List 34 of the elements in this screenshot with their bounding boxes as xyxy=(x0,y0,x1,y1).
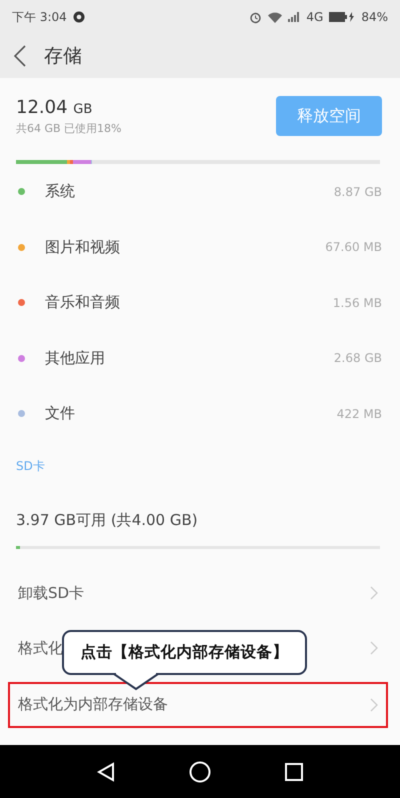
category-name[interactable]: 其他应用 xyxy=(45,348,334,368)
menu-item[interactable]: 格式化 xyxy=(18,638,63,658)
callout-text: 点击【格式化内部存储设备】 xyxy=(80,642,288,663)
home-nav-icon[interactable] xyxy=(189,760,211,782)
category-size: 422 MB xyxy=(336,406,382,421)
category-name[interactable]: 系统 xyxy=(45,182,334,202)
recents-nav-icon[interactable] xyxy=(285,762,303,780)
category-size: 1.56 MB xyxy=(332,296,382,310)
battery-level: 84% xyxy=(361,10,388,24)
battery-charging-icon xyxy=(329,12,356,22)
category-size: 67.60 MB xyxy=(325,240,382,254)
menu-item[interactable]: 卸载SD卡 xyxy=(18,584,84,602)
storage-summary: 共64 GB 已使用18% xyxy=(16,120,123,136)
back-icon[interactable] xyxy=(14,45,26,67)
status-time: 下午 3:04 xyxy=(12,8,67,26)
back-nav-icon[interactable] xyxy=(97,762,115,782)
alarm-icon xyxy=(249,10,262,24)
section-heading: SD卡 xyxy=(16,458,46,474)
category-size: 2.68 GB xyxy=(334,351,382,366)
category-name[interactable]: 图片和视频 xyxy=(45,238,326,257)
used-storage: 12.04 GB xyxy=(16,96,94,118)
wifi-icon xyxy=(268,12,282,22)
signal-icon xyxy=(288,12,300,22)
category-name[interactable]: 文件 xyxy=(45,404,337,424)
network-type: 4G xyxy=(306,10,324,24)
record-icon xyxy=(72,11,85,23)
category-size: 8.87 GB xyxy=(334,184,382,199)
chevron-icon xyxy=(370,698,378,712)
highlighted-menu-item[interactable]: 格式化为内部存储设备 xyxy=(8,682,388,728)
category-name[interactable]: 音乐和音频 xyxy=(45,293,333,312)
chevron-icon xyxy=(370,586,378,600)
page-title: 存储 xyxy=(44,44,82,69)
chevron-icon xyxy=(370,641,378,655)
sd-card-summary: 3.97 GB可用 (共4.00 GB) xyxy=(16,510,199,530)
